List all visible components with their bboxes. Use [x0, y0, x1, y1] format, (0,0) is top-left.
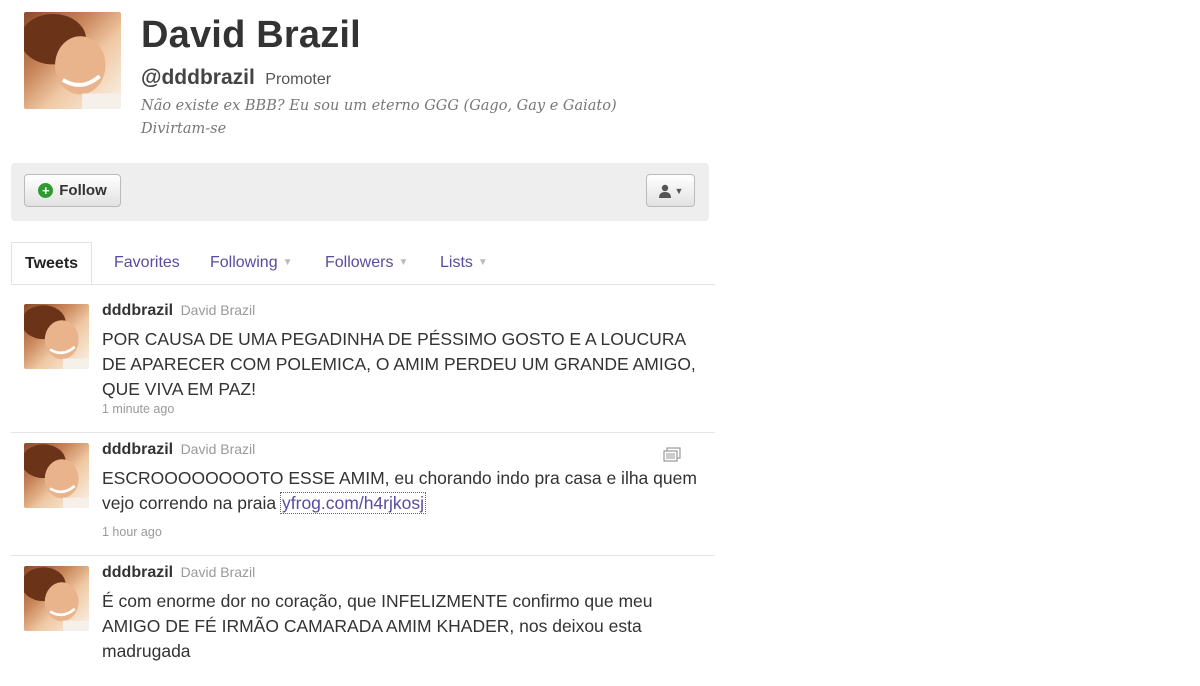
avatar-photo — [24, 13, 121, 109]
tweet-header: dddbrazil David Brazil — [102, 441, 255, 459]
chevron-down-icon: ▼ — [282, 257, 293, 268]
tweet-username[interactable]: dddbrazil — [102, 302, 173, 319]
chevron-down-icon: ▼ — [477, 257, 488, 268]
tweet-avatar[interactable] — [24, 304, 89, 369]
tab-label: Favorites — [114, 254, 180, 271]
tweet-timestamp[interactable]: 1 hour ago — [102, 525, 162, 539]
tweet-header: dddbrazil David Brazil — [102, 302, 255, 320]
chevron-down-icon: ▼ — [398, 257, 409, 268]
profile-tabs: Tweets Favorites Following ▼ Followers ▼ L… — [11, 242, 715, 285]
tweet-fullname: David Brazil — [180, 302, 256, 318]
tab-label: Tweets — [25, 255, 79, 272]
follow-label: Follow — [59, 182, 107, 199]
tweet-fullname: David Brazil — [180, 441, 256, 457]
tweet-text: ESCROOOOOOOOTO ESSE AMIM, eu chorando in… — [102, 466, 702, 516]
screen-name: @dddbrazil — [141, 66, 255, 89]
tweet-avatar[interactable] — [24, 566, 89, 631]
tweet-item: dddbrazil David Brazil É com enorme dor … — [11, 556, 715, 686]
avatar-photo — [24, 305, 89, 369]
tweet-username[interactable]: dddbrazil — [102, 564, 173, 581]
tab-lists[interactable]: Lists ▼ — [440, 242, 488, 284]
tweet-fullname: David Brazil — [180, 564, 256, 580]
profile-bio: Não existe ex BBB? Eu sou um eterno GGG … — [141, 98, 617, 137]
person-icon — [658, 184, 671, 198]
chevron-down-icon: ▼ — [674, 185, 684, 196]
tweet-timestamp[interactable]: 1 minute ago — [102, 402, 174, 416]
tab-favorites[interactable]: Favorites — [114, 242, 180, 284]
tweet-text: É com enorme dor no coração, que INFELIZ… — [102, 591, 653, 661]
profile-avatar[interactable] — [24, 12, 121, 109]
tweet-username[interactable]: dddbrazil — [102, 441, 173, 458]
tweet-header: dddbrazil David Brazil — [102, 564, 255, 582]
user-menu-button[interactable]: ▼ — [646, 174, 695, 207]
profile-name: David Brazil — [141, 14, 361, 56]
tab-label: Followers — [325, 254, 394, 272]
tab-following[interactable]: Following ▼ — [210, 242, 293, 284]
tweet-text: POR CAUSA DE UMA PEGADINHA DE PÉSSIMO GO… — [102, 329, 696, 399]
tab-label: Following — [210, 254, 278, 272]
plus-circle-icon: + — [38, 183, 54, 198]
avatar-photo — [24, 567, 89, 631]
profile-role: Promoter — [265, 71, 332, 88]
media-icon[interactable] — [663, 447, 681, 463]
tweet-item: dddbrazil David Brazil ESCROOOOOOOOTO ES… — [11, 433, 715, 556]
tab-tweets[interactable]: Tweets — [11, 242, 93, 284]
action-bar: + Follow ▼ — [11, 163, 709, 221]
tweet-item: dddbrazil David Brazil POR CAUSA DE UMA … — [11, 294, 715, 433]
tab-followers[interactable]: Followers ▼ — [325, 242, 408, 284]
avatar-photo — [24, 444, 89, 508]
tweet-link[interactable]: yfrog.com/h4rjkosj — [280, 492, 426, 514]
follow-button[interactable]: + Follow — [24, 174, 121, 207]
tab-label: Lists — [440, 254, 473, 272]
tweet-avatar[interactable] — [24, 443, 89, 508]
screen-name-line: @dddbrazil Promoter — [141, 66, 331, 90]
